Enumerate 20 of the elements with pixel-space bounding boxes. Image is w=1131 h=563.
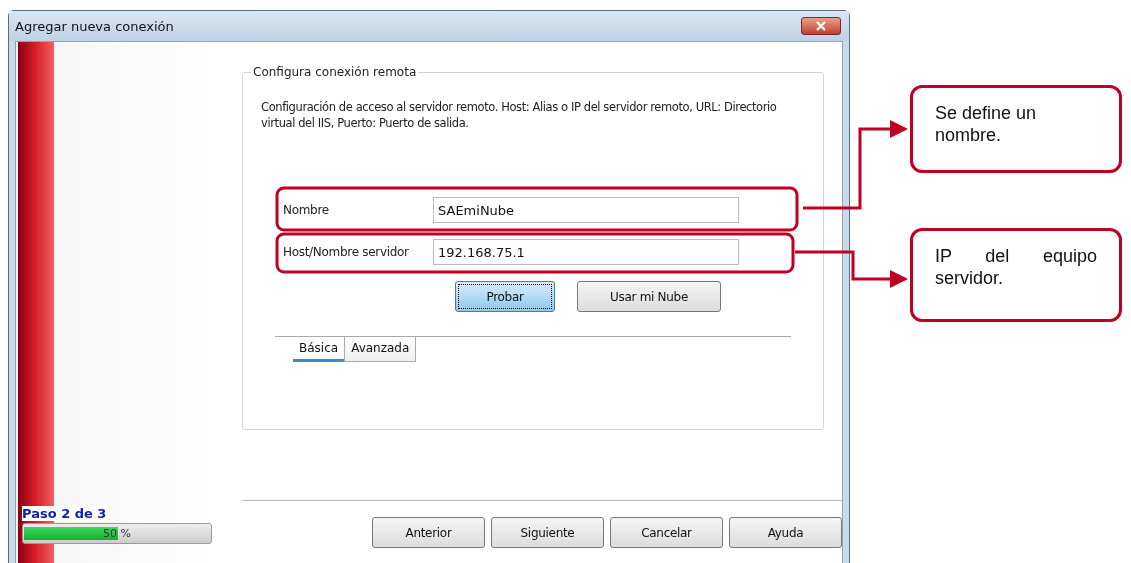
tab[interactable]: Avanzada (344, 337, 417, 362)
step-label: Paso 2 de 3 (22, 506, 109, 521)
callout-text: IP del equipo servidor. (910, 228, 1122, 322)
window-title: Agregar nueva conexión (15, 18, 174, 34)
close-button[interactable] (801, 17, 841, 35)
progress-reading: 50 % (103, 527, 131, 540)
dialog-button[interactable]: Anterior (372, 517, 485, 548)
dialog-button[interactable]: Siguiente (491, 517, 604, 548)
action-button[interactable]: Probar (455, 281, 555, 312)
callout-text: Se define un nombre. (910, 85, 1122, 173)
action-button[interactable]: Usar mi Nube (577, 281, 721, 312)
field-label: Host/Nombre servidor (283, 245, 410, 259)
close-icon (816, 21, 826, 31)
field-label: Nombre (283, 203, 330, 217)
input-field[interactable]: 192.168.75.1 (433, 239, 739, 265)
input-field[interactable]: SAEmiNube (433, 197, 739, 223)
dialog-button[interactable]: Ayuda (729, 517, 842, 548)
description-text: Configuración de acceso al servidor remoto. Host: Alias o IP del servidor remoto, URL: Directorio virtual del IIS, Puerto: Puerto de salida. (261, 99, 778, 131)
dialog-button[interactable]: Cancelar (610, 517, 723, 548)
group-title: Configura conexión remota (251, 65, 419, 79)
